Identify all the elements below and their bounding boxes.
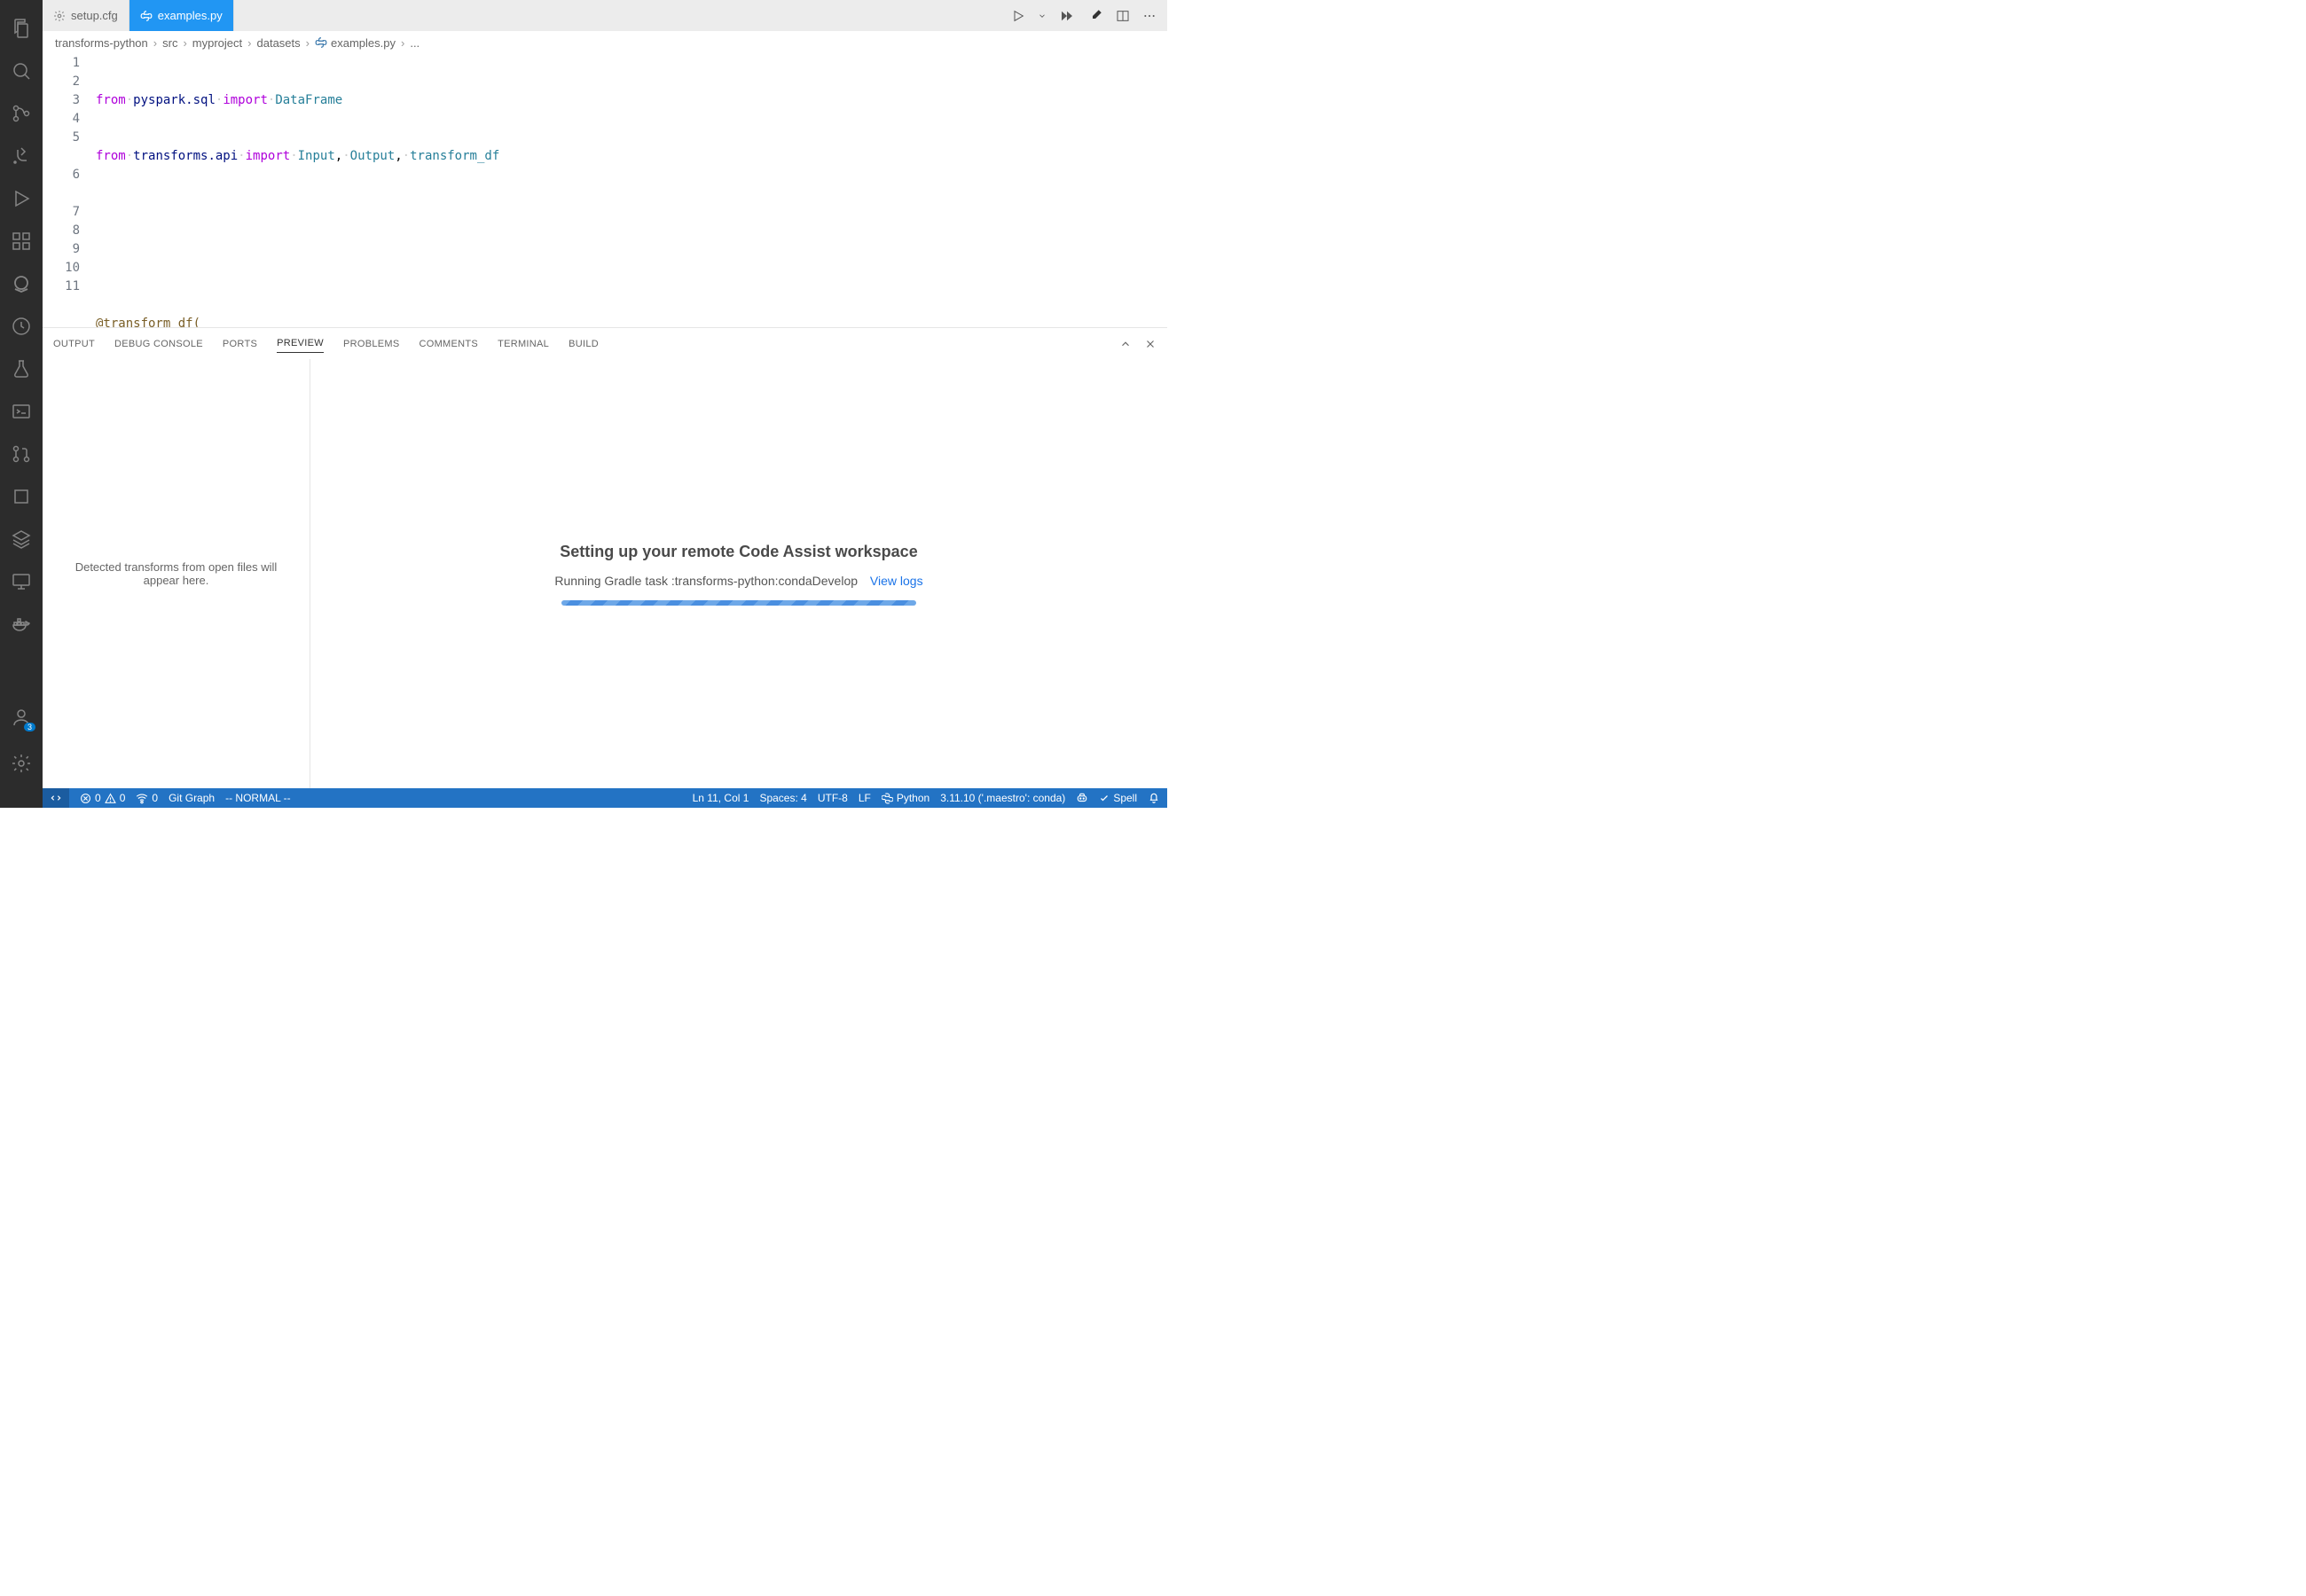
remote-explorer-icon[interactable]: [0, 560, 43, 603]
run-debug-icon[interactable]: [0, 135, 43, 177]
breadcrumb-part[interactable]: src: [162, 36, 177, 50]
source-control-icon[interactable]: [0, 92, 43, 135]
breadcrumb-part[interactable]: myproject: [192, 36, 242, 50]
status-cursor-position[interactable]: Ln 11, Col 1: [693, 792, 749, 804]
panel-tab-build[interactable]: BUILD: [569, 335, 599, 353]
git-pr-icon[interactable]: [0, 433, 43, 475]
wrench-icon[interactable]: [1087, 8, 1103, 24]
status-ports[interactable]: 0: [136, 792, 158, 804]
status-encoding[interactable]: UTF-8: [818, 792, 848, 804]
tab-actions: [1011, 0, 1167, 31]
bottom-panel: OUTPUT DEBUG CONSOLE PORTS PREVIEW PROBL…: [43, 327, 1167, 788]
account-icon[interactable]: 3: [0, 696, 43, 739]
status-spell[interactable]: Spell: [1099, 792, 1137, 804]
explorer-icon[interactable]: [0, 7, 43, 50]
more-icon[interactable]: [1142, 9, 1157, 23]
panel-tab-problems[interactable]: PROBLEMS: [343, 335, 400, 353]
chevron-down-icon[interactable]: [1038, 12, 1047, 20]
split-editor-icon[interactable]: [1116, 9, 1130, 23]
tab-examples-py[interactable]: examples.py: [129, 0, 234, 31]
search-icon[interactable]: [0, 50, 43, 92]
close-icon[interactable]: [1144, 338, 1157, 350]
tab-setup-cfg[interactable]: setup.cfg: [43, 0, 129, 31]
docker-icon[interactable]: [0, 603, 43, 645]
panel-left-message: Detected transforms from open files will…: [43, 359, 310, 788]
breadcrumb-part[interactable]: transforms-python: [55, 36, 148, 50]
breadcrumb-part[interactable]: datasets: [257, 36, 301, 50]
panel-right-content: Setting up your remote Code Assist works…: [310, 359, 1167, 788]
status-vim-mode: -- NORMAL --: [225, 792, 291, 804]
activity-bar: 3: [0, 0, 43, 808]
breadcrumb[interactable]: transforms-python› src› myproject› datas…: [43, 31, 1167, 51]
view-logs-link[interactable]: View logs: [870, 574, 923, 588]
beaker-icon[interactable]: [0, 348, 43, 390]
code-editor[interactable]: 1 2 3 4 5 6 7 8 9 10 11 from·pyspark.sql…: [43, 51, 1167, 327]
clock-icon[interactable]: [0, 305, 43, 348]
status-bar: 0 0 0 Git Graph -- NORMAL -- Ln 11, Col …: [43, 788, 1167, 808]
panel-tabs: OUTPUT DEBUG CONSOLE PORTS PREVIEW PROBL…: [43, 328, 1167, 359]
square-icon[interactable]: [0, 475, 43, 518]
breadcrumb-part[interactable]: examples.py: [331, 36, 396, 50]
extensions-icon[interactable]: [0, 220, 43, 262]
settings-gear-icon[interactable]: [0, 742, 43, 785]
panel-tab-ports[interactable]: PORTS: [223, 335, 257, 353]
tab-label: setup.cfg: [71, 9, 118, 22]
status-git-graph[interactable]: Git Graph: [169, 792, 215, 804]
status-language[interactable]: Python: [882, 792, 929, 804]
account-badge: 3: [24, 723, 35, 732]
python-icon: [140, 10, 153, 22]
fast-forward-icon[interactable]: [1059, 8, 1075, 24]
terminal-panel-icon[interactable]: [0, 390, 43, 433]
tab-bar: setup.cfg examples.py: [43, 0, 1167, 31]
panel-tab-output[interactable]: OUTPUT: [53, 335, 95, 353]
remote-indicator[interactable]: [43, 788, 69, 808]
progress-bar: [561, 600, 916, 606]
main-area: setup.cfg examples.py transforms-python›…: [43, 0, 1167, 808]
code-content[interactable]: from·pyspark.sql·import·DataFrame from·t…: [96, 51, 1167, 327]
panel-subtitle: Running Gradle task :transforms-python:c…: [554, 574, 922, 588]
panel-tab-preview[interactable]: PREVIEW: [277, 334, 324, 353]
panel-tab-terminal[interactable]: TERMINAL: [498, 335, 549, 353]
breadcrumb-part[interactable]: ...: [410, 36, 420, 50]
status-spaces[interactable]: Spaces: 4: [759, 792, 806, 804]
line-gutter: 1 2 3 4 5 6 7 8 9 10 11: [43, 51, 96, 327]
python-icon: [315, 36, 327, 49]
status-copilot-icon[interactable]: [1076, 792, 1088, 804]
gear-icon: [53, 10, 66, 22]
layers-icon[interactable]: [0, 518, 43, 560]
tab-label: examples.py: [158, 9, 223, 22]
status-python-version[interactable]: 3.11.10 ('.maestro': conda): [940, 792, 1065, 804]
play-icon[interactable]: [0, 177, 43, 220]
status-eol[interactable]: LF: [859, 792, 871, 804]
palantir-icon[interactable]: [0, 262, 43, 305]
run-icon[interactable]: [1011, 9, 1025, 23]
status-bell-icon[interactable]: [1148, 792, 1160, 804]
panel-title: Setting up your remote Code Assist works…: [560, 543, 917, 561]
panel-tab-debug-console[interactable]: DEBUG CONSOLE: [114, 335, 203, 353]
panel-tab-comments[interactable]: COMMENTS: [419, 335, 478, 353]
status-errors[interactable]: 0 0: [80, 792, 125, 804]
chevron-up-icon[interactable]: [1119, 338, 1132, 350]
